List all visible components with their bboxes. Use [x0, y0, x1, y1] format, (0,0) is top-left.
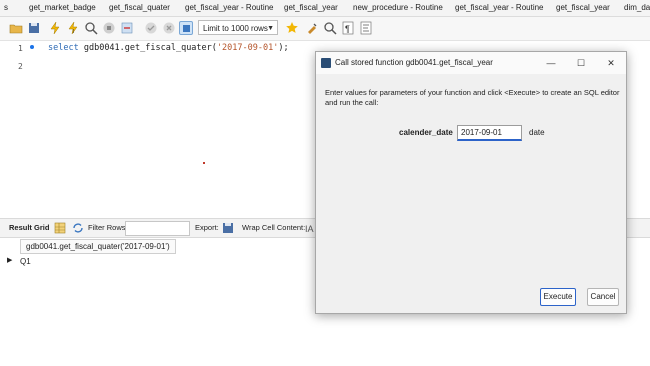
commit-icon[interactable] — [144, 21, 158, 35]
grid-cell[interactable]: Q1 — [20, 257, 31, 266]
cursor-marker — [203, 162, 205, 164]
sql-function-call: gdb0041.get_fiscal_quater( — [83, 43, 217, 53]
add-snippet-icon[interactable] — [285, 21, 299, 35]
maximize-button[interactable]: ☐ — [566, 52, 596, 74]
minimize-button[interactable]: — — [536, 52, 566, 74]
calender-date-input[interactable]: 2017-09-01 — [457, 125, 522, 141]
cancel-button[interactable]: Cancel — [587, 288, 619, 306]
line-number: 1 — [18, 44, 23, 53]
sql-code-line[interactable]: select gdb0041.get_fiscal_quater('2017-0… — [48, 43, 289, 53]
beautify-icon[interactable] — [305, 21, 319, 35]
dialog-instructions: Enter values for parameters of your func… — [325, 88, 620, 107]
close-button[interactable]: ✕ — [596, 52, 626, 74]
limit-rows-select[interactable]: Limit to 1000 rows ▼ — [198, 20, 278, 35]
wrap-cell-label: Wrap Cell Content: — [242, 223, 306, 232]
chevron-down-icon: ▼ — [267, 25, 274, 32]
find-icon[interactable] — [323, 21, 337, 35]
tab-get-fiscal-year[interactable]: get_fiscal_year — [284, 3, 338, 12]
tab-get-fiscal-year-2[interactable]: get_fiscal_year — [556, 3, 610, 12]
sql-string-literal: '2017-09-01' — [216, 43, 279, 53]
rollback-icon[interactable] — [162, 21, 176, 35]
dialog-titlebar: Call stored function gdb0041.get_fiscal_… — [316, 52, 626, 74]
statement-marker-icon — [30, 45, 34, 49]
toggle-error-icon[interactable] — [120, 21, 134, 35]
execute-button[interactable]: Execute — [540, 288, 576, 306]
line-number: 2 — [18, 62, 23, 71]
export-icon[interactable] — [221, 221, 235, 235]
row-pointer-icon: ▶ — [7, 257, 13, 264]
workbench-app-icon — [321, 58, 331, 68]
sql-terminator: ); — [278, 43, 289, 53]
invisible-chars-icon[interactable]: ¶ — [341, 21, 355, 35]
autocommit-toggle-icon[interactable] — [179, 21, 193, 35]
execute-current-icon[interactable]: I — [66, 21, 80, 35]
tab-get-market-badge[interactable]: get_market_badge — [29, 3, 96, 12]
stop-icon[interactable] — [102, 21, 116, 35]
tab-dim-date[interactable]: dim_dat — [624, 3, 650, 12]
tab-0[interactable]: s — [4, 3, 8, 12]
svg-text:I: I — [73, 29, 74, 35]
wrap-lines-icon[interactable] — [359, 21, 373, 35]
filter-rows-label: Filter Rows: — [88, 223, 128, 232]
param-type-label: date — [529, 128, 545, 137]
execute-icon[interactable] — [48, 21, 62, 35]
limit-rows-value: Limit to 1000 rows — [203, 24, 268, 33]
tab-get-fiscal-year-routine[interactable]: get_fiscal_year - Routine — [185, 3, 274, 12]
open-folder-icon[interactable] — [9, 21, 23, 35]
dialog-title: Call stored function gdb0041.get_fiscal_… — [335, 58, 493, 67]
save-icon[interactable] — [27, 21, 41, 35]
export-label: Export: — [195, 223, 219, 232]
explain-icon[interactable] — [84, 21, 98, 35]
result-grid-label[interactable]: Result Grid — [9, 223, 49, 232]
grid-column-header[interactable]: gdb0041.get_fiscal_quater('2017-09-01') — [20, 239, 176, 254]
editor-tabs: s get_market_badge get_fiscal_quater get… — [0, 0, 650, 17]
filter-rows-input[interactable] — [125, 221, 190, 236]
tab-get-fiscal-year-routine-2[interactable]: get_fiscal_year - Routine — [455, 3, 544, 12]
refresh-icon[interactable] — [71, 221, 85, 235]
sql-keyword: select — [48, 43, 79, 53]
sql-toolbar: I Limit to 1000 rows ▼ ¶ — [0, 17, 650, 41]
svg-text:¶: ¶ — [345, 24, 350, 34]
call-function-dialog: Call stored function gdb0041.get_fiscal_… — [315, 51, 627, 314]
tab-new-procedure-routine[interactable]: new_procedure - Routine — [353, 3, 443, 12]
tab-get-fiscal-quater[interactable]: get_fiscal_quater — [109, 3, 170, 12]
svg-text:IA: IA — [305, 224, 314, 234]
param-name-label: calender_date — [399, 128, 453, 137]
grid-icon[interactable] — [53, 221, 67, 235]
